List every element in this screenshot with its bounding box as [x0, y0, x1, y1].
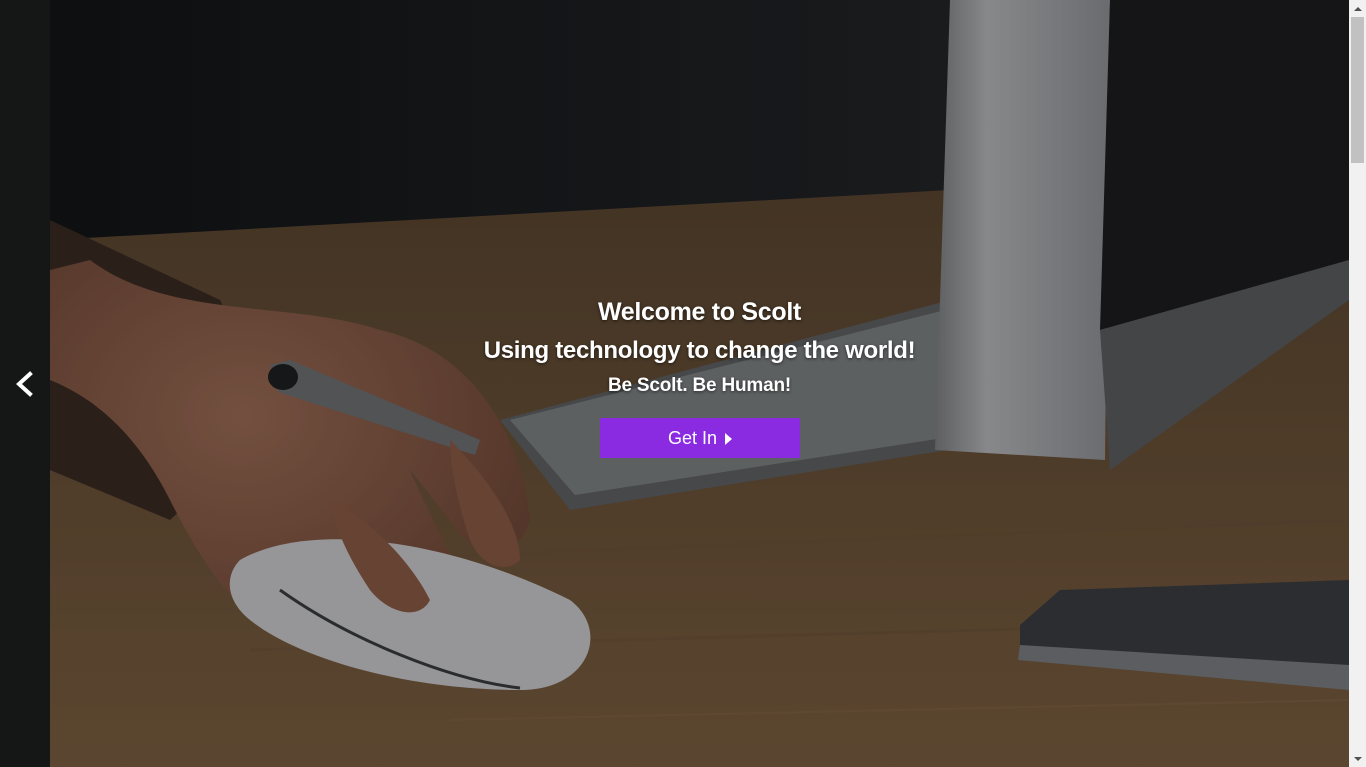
- scroll-down-arrow[interactable]: [1349, 750, 1366, 767]
- vertical-scrollbar[interactable]: [1349, 0, 1366, 767]
- scroll-up-arrow[interactable]: [1349, 0, 1366, 17]
- chevron-left-icon[interactable]: [12, 370, 38, 398]
- left-rail: [0, 0, 50, 767]
- hero-tagline: Be Scolt. Be Human!: [607, 375, 792, 396]
- caret-right-icon: [725, 432, 733, 445]
- get-in-button[interactable]: Get In: [600, 418, 800, 458]
- hero-title: Welcome to Scolt: [597, 298, 802, 326]
- hero-slide: Welcome to Scolt Using technology to cha…: [50, 0, 1349, 767]
- get-in-label: Get In: [667, 427, 718, 448]
- page: Welcome to Scolt Using technology to cha…: [0, 0, 1366, 767]
- hero-subtitle: Using technology to change the world!: [483, 337, 916, 364]
- scroll-thumb[interactable]: [1351, 17, 1364, 163]
